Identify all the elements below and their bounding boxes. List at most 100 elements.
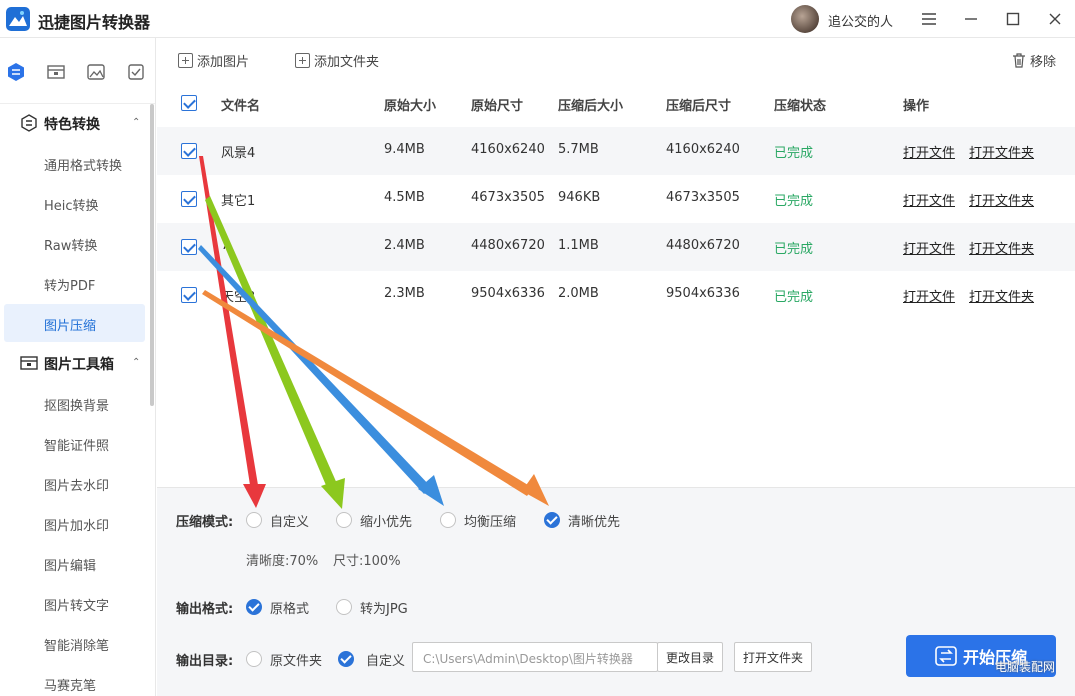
sidebar-tabs: [0, 38, 155, 104]
mode-balanced-radio[interactable]: [440, 512, 456, 528]
table-row[interactable]: 其它1 4.5MB 4673x3505 946KB 4673x3505 已完成 …: [157, 175, 1075, 223]
open-folder-link[interactable]: 打开文件夹: [969, 238, 1034, 257]
app-logo-icon: [6, 7, 30, 31]
sidebar-item-general-convert[interactable]: 通用格式转换: [4, 144, 145, 182]
mode-custom-label[interactable]: 自定义: [270, 511, 309, 530]
sidebar-item-pdf[interactable]: 转为PDF: [4, 264, 145, 302]
avatar[interactable]: [791, 5, 819, 33]
row-checkbox[interactable]: [181, 287, 197, 303]
format-original-radio[interactable]: [246, 599, 262, 615]
dir-custom-radio[interactable]: [338, 651, 354, 667]
toolbox-tab-icon[interactable]: [46, 62, 66, 82]
cell-dims: 4160x6240: [471, 142, 545, 157]
mode-smaller-label[interactable]: 缩小优先: [360, 511, 412, 530]
sidebar-item-eraser[interactable]: 智能消除笔: [4, 624, 145, 662]
row-checkbox[interactable]: [181, 239, 197, 255]
clarity-value: 清晰度:70%: [246, 554, 319, 569]
cell-dims: 4673x3505: [471, 190, 545, 205]
batch-tab-icon[interactable]: [126, 62, 146, 82]
sidebar-item-compress[interactable]: 图片压缩: [4, 304, 145, 342]
username[interactable]: 追公交的人: [828, 11, 893, 30]
change-dir-button[interactable]: 更改目录: [657, 642, 723, 672]
cell-compressed-dims: 9504x6336: [666, 286, 740, 301]
dir-custom-label[interactable]: 自定义: [366, 650, 405, 669]
add-folder-icon: [295, 52, 310, 68]
mode-balanced-label[interactable]: 均衡压缩: [464, 511, 516, 530]
format-original-label[interactable]: 原格式: [270, 598, 309, 617]
settings-panel: 压缩模式: 自定义 缩小优先 均衡压缩 清晰优先 清晰度:70% 尺寸:100%…: [157, 487, 1075, 696]
compress-mode-label: 压缩模式:: [176, 515, 234, 530]
sidebar-item-ocr[interactable]: 图片转文字: [4, 584, 145, 622]
add-image-button[interactable]: 添加图片: [178, 50, 249, 70]
sidebar-item-edit[interactable]: 图片编辑: [4, 544, 145, 582]
sidebar-item-id-photo[interactable]: 智能证件照: [4, 424, 145, 462]
cell-compressed-size: 1.1MB: [558, 238, 599, 253]
close-icon[interactable]: [1044, 8, 1066, 30]
sidebar-item-label: Heic转换: [44, 199, 99, 214]
table-row[interactable]: 天空3 2.3MB 9504x6336 2.0MB 9504x6336 已完成 …: [157, 271, 1075, 319]
status-badge: 已完成: [774, 194, 814, 209]
add-folder-button[interactable]: 添加文件夹: [295, 50, 379, 70]
dir-original-radio[interactable]: [246, 651, 262, 667]
table-row[interactable]: 7 2.4MB 4480x6720 1.1MB 4480x6720 已完成 打开…: [157, 223, 1075, 271]
app-window: 迅捷图片转换器 追公交的人 特色转换 ⌃ 通用格式转换 Heic转换 Raw转换…: [0, 0, 1075, 696]
cell-filename: 天空3: [221, 290, 256, 305]
sidebar-item-raw[interactable]: Raw转换: [4, 224, 145, 262]
sidebar-item-label: 图片转文字: [44, 599, 110, 614]
select-all-checkbox[interactable]: [181, 95, 197, 111]
cell-filename: 风景4: [221, 146, 256, 161]
sidebar-item-mosaic[interactable]: 马赛克笔: [4, 664, 145, 696]
remove-button[interactable]: 移除: [1012, 50, 1056, 70]
remove-label: 移除: [1030, 54, 1057, 70]
cell-size: 2.3MB: [384, 286, 425, 301]
sidebar-item-add-watermark[interactable]: 图片加水印: [4, 504, 145, 542]
cell-filename: 7: [221, 238, 230, 253]
row-checkbox[interactable]: [181, 191, 197, 207]
special-convert-icon: [21, 114, 37, 132]
open-folder-link[interactable]: 打开文件夹: [969, 286, 1034, 305]
size-value: 尺寸:100%: [333, 554, 401, 569]
app-title: 迅捷图片转换器: [38, 13, 151, 32]
format-jpg-radio[interactable]: [336, 599, 352, 615]
title-bar: 迅捷图片转换器 追公交的人: [0, 0, 1075, 38]
category-toolbox[interactable]: 图片工具箱 ⌃: [0, 345, 150, 381]
sidebar-scrollbar[interactable]: [150, 104, 154, 406]
sidebar-item-remove-watermark[interactable]: 图片去水印: [4, 464, 145, 502]
image-edit-tab-icon[interactable]: [86, 62, 106, 82]
category-label: 图片工具箱: [44, 357, 114, 373]
minimize-icon[interactable]: [960, 8, 982, 30]
open-file-link[interactable]: 打开文件: [903, 238, 955, 257]
header-original-size: 原始大小: [384, 99, 437, 114]
sidebar-item-label: 图片编辑: [44, 559, 97, 574]
special-convert-tab-icon[interactable]: [6, 62, 26, 82]
format-jpg-label[interactable]: 转为JPG: [360, 598, 408, 617]
sidebar-item-label: Raw转换: [44, 239, 98, 254]
open-file-link[interactable]: 打开文件: [903, 286, 955, 305]
sidebar-item-label: 通用格式转换: [44, 159, 123, 174]
status-badge: 已完成: [774, 146, 814, 161]
cell-compressed-size: 5.7MB: [558, 142, 599, 157]
sidebar-item-heic[interactable]: Heic转换: [4, 184, 145, 222]
mode-custom-radio[interactable]: [246, 512, 262, 528]
open-folder-button[interactable]: 打开文件夹: [734, 642, 812, 672]
output-path-field[interactable]: C:\Users\Admin\Desktop\图片转换器: [412, 642, 658, 672]
dir-original-label[interactable]: 原文件夹: [270, 650, 322, 669]
open-file-link[interactable]: 打开文件: [903, 142, 955, 161]
table-row[interactable]: 风景4 9.4MB 4160x6240 5.7MB 4160x6240 已完成 …: [157, 127, 1075, 175]
row-checkbox[interactable]: [181, 143, 197, 159]
chevron-up-icon: ⌃: [132, 357, 141, 368]
status-badge: 已完成: [774, 242, 814, 257]
sidebar-item-label: 马赛克笔: [44, 679, 97, 694]
open-folder-link[interactable]: 打开文件夹: [969, 142, 1034, 161]
open-file-link[interactable]: 打开文件: [903, 190, 955, 209]
mode-clarity-radio[interactable]: [544, 512, 560, 528]
category-special-convert[interactable]: 特色转换 ⌃: [0, 105, 150, 141]
sidebar-item-cutout[interactable]: 抠图换背景: [4, 384, 145, 422]
mode-clarity-label[interactable]: 清晰优先: [568, 511, 620, 530]
sidebar-item-label: 抠图换背景: [44, 399, 110, 414]
open-folder-link[interactable]: 打开文件夹: [969, 190, 1034, 209]
mode-smaller-radio[interactable]: [336, 512, 352, 528]
header-original-dims: 原始尺寸: [471, 99, 524, 114]
menu-icon[interactable]: [918, 8, 940, 30]
maximize-icon[interactable]: [1002, 8, 1024, 30]
